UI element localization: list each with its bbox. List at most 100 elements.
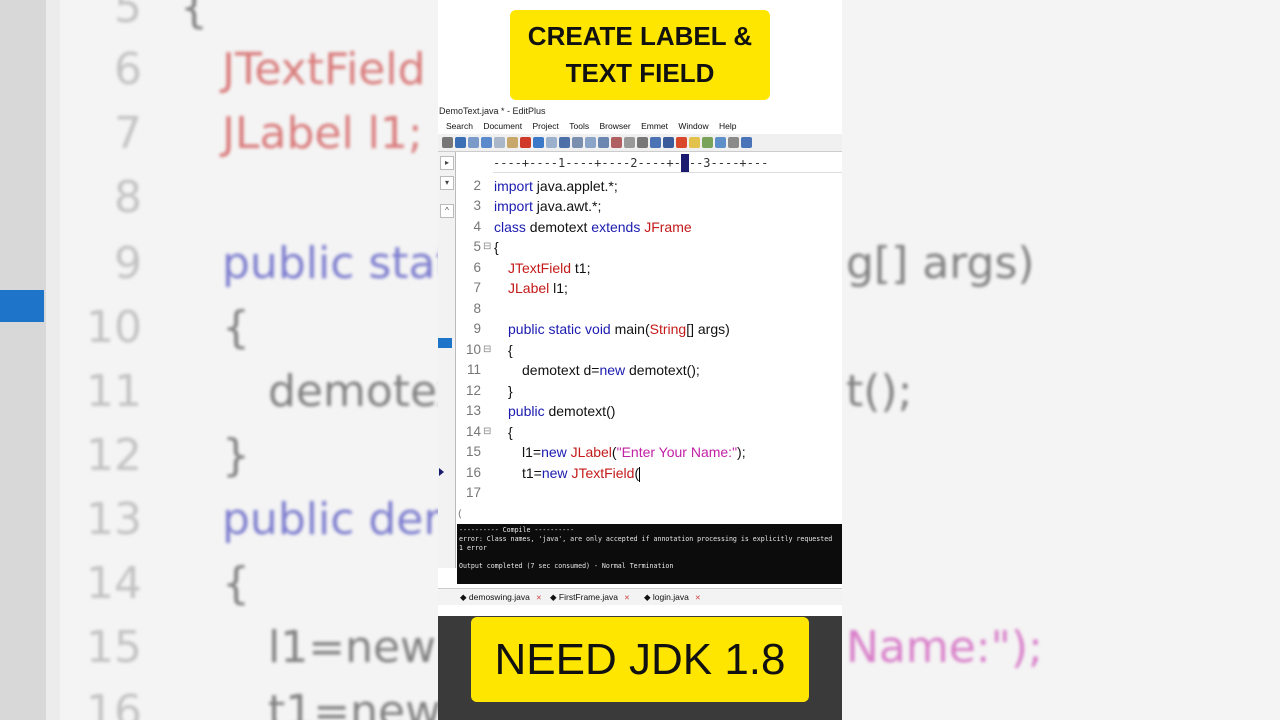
close-icon[interactable]: ✕	[624, 595, 630, 602]
menu-bar: Search Document Project Tools Browser Em…	[438, 119, 842, 133]
panel-scroll-up-icon[interactable]: ^	[440, 204, 454, 218]
list-icon[interactable]	[650, 137, 661, 148]
title-line-1: CREATE LABEL &	[527, 21, 753, 51]
bg-right-fragment: g[] args)	[846, 238, 1035, 289]
bg-code-text: public den	[222, 494, 452, 545]
menu-search[interactable]: Search	[446, 121, 473, 131]
wordwrap-icon[interactable]	[637, 137, 648, 148]
directory-panel: ▸ ▾ ^	[438, 152, 456, 568]
code-text: JTextField t1;	[508, 260, 591, 276]
ruler-right: --3----+---	[688, 156, 769, 170]
html-icon[interactable]	[624, 137, 635, 148]
line-number: 3	[473, 198, 481, 213]
bg-code-text: demotex	[268, 366, 463, 417]
print-icon[interactable]	[442, 137, 453, 148]
menu-browser[interactable]: Browser	[600, 121, 631, 131]
layout-icon[interactable]	[702, 137, 713, 148]
goto-icon[interactable]	[598, 137, 609, 148]
copy-icon[interactable]	[494, 137, 505, 148]
tab-label: FirstFrame.java	[558, 592, 618, 602]
browser-icon[interactable]	[689, 137, 700, 148]
bg-line-number: 16	[86, 686, 142, 720]
code-text: public demotext()	[508, 403, 616, 419]
code-text: {	[508, 424, 513, 440]
code-editor[interactable]: 2 import java.applet.*; 3 import java.aw…	[439, 176, 842, 516]
bg-line-number: 12	[86, 430, 142, 481]
redo-icon[interactable]	[546, 137, 557, 148]
current-line-marker	[439, 468, 444, 476]
find-in-files-icon[interactable]	[585, 137, 596, 148]
line-number: 8	[473, 301, 481, 316]
close-icon[interactable]: ✕	[695, 595, 701, 602]
bg-code-text: }	[222, 430, 250, 481]
undo-icon[interactable]	[533, 137, 544, 148]
menu-help[interactable]: Help	[719, 121, 736, 131]
bg-code-text: t1=new	[268, 686, 442, 720]
bg-code-text: {	[222, 558, 250, 609]
output-line: error: Class names, 'java', are only acc…	[459, 535, 833, 543]
text-caret	[639, 466, 641, 482]
output-line: 1 error	[459, 544, 487, 552]
video-center-column: CREATE LABEL & TEXT FIELD DemoText.java …	[438, 0, 842, 720]
help-icon[interactable]	[741, 137, 752, 148]
window-icon[interactable]	[715, 137, 726, 148]
ruler-left: ----+----1----+----2----+-	[493, 156, 681, 170]
tab-login[interactable]: ◆ login.java ✕	[644, 589, 701, 607]
bg-line-number: 14	[86, 558, 142, 609]
document-tabs: ◆ demoswing.java ✕ ◆ FirstFrame.java ✕ ◆ l…	[438, 588, 842, 605]
find-icon[interactable]	[559, 137, 570, 148]
replace-icon[interactable]	[572, 137, 583, 148]
code-text: JLabel l1;	[508, 280, 568, 296]
fold-icon[interactable]: ⊟	[483, 340, 491, 360]
code-text: public static void main(String[] args)	[508, 321, 730, 337]
menu-tools[interactable]: Tools	[569, 121, 589, 131]
panel-expand-icon[interactable]: ▸	[440, 156, 454, 170]
line-number: 9	[473, 321, 481, 336]
tab-firstframe[interactable]: ◆ FirstFrame.java ✕	[550, 589, 630, 607]
line-number: 15	[465, 444, 481, 459]
line-number: 7	[473, 280, 481, 295]
bg-code-text: {	[222, 302, 250, 353]
code-text: import java.applet.*;	[494, 178, 618, 194]
bg-right-fragment: Name:");	[846, 622, 1043, 673]
column-ruler: ----+----1----+----2----+- --3----+---	[493, 154, 842, 173]
window-title: DemoText.java * - EditPlus	[438, 104, 842, 119]
line-number: 13	[465, 403, 481, 418]
ruler-icon[interactable]	[663, 137, 674, 148]
line-number: 6	[473, 260, 481, 275]
preview-icon[interactable]	[468, 137, 479, 148]
menu-emmet[interactable]: Emmet	[641, 121, 668, 131]
output-line: Output completed (7 sec consumed) - Norm…	[459, 562, 674, 570]
bg-line-number: 11	[86, 366, 142, 417]
bg-line-number: 9	[114, 238, 142, 289]
menu-project[interactable]: Project	[532, 121, 558, 131]
horizontal-scrollbar[interactable]: ⟨	[455, 508, 842, 522]
code-text: t1=new JTextField(	[522, 465, 641, 482]
panel-dropdown-icon[interactable]: ▾	[440, 176, 454, 190]
line-number: 16	[465, 465, 481, 480]
code-text: l1=new JLabel("Enter Your Name:");	[522, 444, 746, 460]
panel-selected-item[interactable]	[438, 338, 452, 348]
code-text: demotext d=new demotext();	[522, 362, 700, 378]
cut-icon[interactable]	[481, 137, 492, 148]
line-number: 12	[465, 383, 481, 398]
fold-icon[interactable]: ⊟	[483, 237, 491, 257]
menu-window[interactable]: Window	[678, 121, 708, 131]
menu-document[interactable]: Document	[483, 121, 522, 131]
settings-icon[interactable]	[728, 137, 739, 148]
line-number: 11	[466, 362, 481, 377]
editplus-window: DemoText.java * - EditPlus Search Docume…	[438, 104, 842, 616]
title-line-2: TEXT FIELD	[565, 58, 715, 88]
font-icon[interactable]	[611, 137, 622, 148]
output-line: ---------- Compile ----------	[459, 526, 575, 534]
paste-icon[interactable]	[507, 137, 518, 148]
spellcheck-icon[interactable]	[455, 137, 466, 148]
delete-icon[interactable]	[520, 137, 531, 148]
title-banner: CREATE LABEL & TEXT FIELD	[510, 10, 770, 100]
tab-demoswing[interactable]: ◆ demoswing.java ✕	[460, 589, 542, 607]
line-number: 14	[465, 424, 481, 439]
check-icon[interactable]	[676, 137, 687, 148]
bg-line-number: 7	[114, 108, 142, 159]
fold-icon[interactable]: ⊟	[483, 422, 491, 442]
close-icon[interactable]: ✕	[536, 595, 542, 602]
